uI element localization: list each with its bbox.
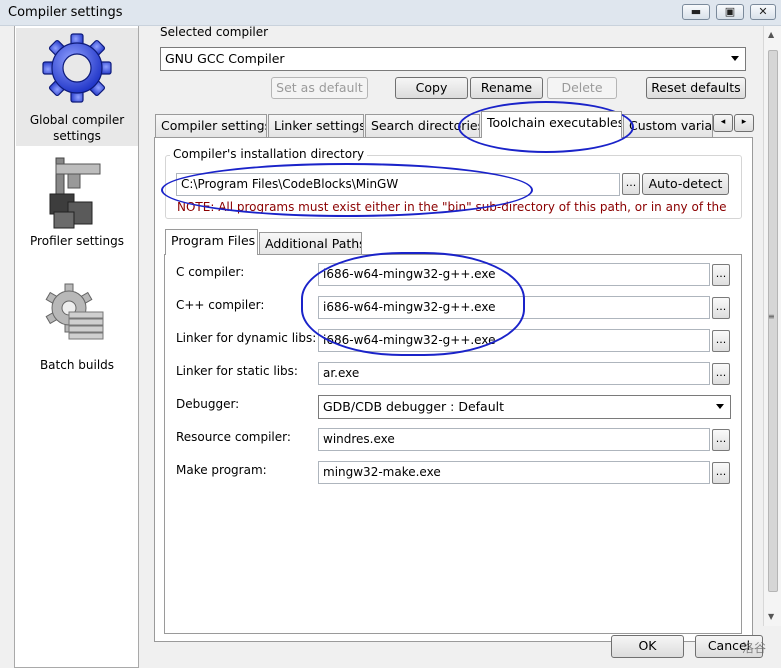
minimize-button[interactable]: ▬ (682, 4, 710, 20)
c-compiler-input[interactable]: i686-w64-mingw32-g++.exe (318, 263, 710, 286)
linker-dynamic-browse-button[interactable]: ... (712, 330, 730, 352)
cpp-compiler-label: C++ compiler: (176, 298, 265, 312)
tab-program-files[interactable]: Program Files (165, 229, 258, 255)
c-compiler-label: C compiler: (176, 265, 245, 279)
scrollbar-thumb[interactable] (768, 50, 778, 592)
resource-compiler-input[interactable]: windres.exe (318, 428, 710, 451)
linker-static-input[interactable]: ar.exe (318, 362, 710, 385)
tab-scroll-left-button[interactable]: ◂ (713, 114, 733, 132)
tab-toolchain-executables[interactable]: Toolchain executables (481, 111, 622, 138)
linker-static-browse-button[interactable]: ... (712, 363, 730, 385)
reset-defaults-button[interactable]: Reset defaults (646, 77, 746, 99)
window-title: Compiler settings (8, 5, 123, 20)
sidebar-item-batch-builds[interactable]: Batch builds (16, 280, 138, 376)
debugger-label: Debugger: (176, 397, 240, 411)
scroll-up-icon: ▲ (768, 30, 775, 39)
chevron-right-icon: ▸ (741, 117, 747, 127)
vertical-scrollbar[interactable]: ▲ ≡ ▼ (763, 26, 781, 626)
ok-button[interactable]: OK (611, 635, 684, 658)
set-as-default-button[interactable]: Set as default (271, 77, 368, 99)
tab-scroll-right-button[interactable]: ▸ (734, 114, 754, 132)
scroll-down-icon: ▼ (768, 612, 775, 621)
maximize-button[interactable]: ▣ (716, 4, 744, 20)
gear-icon (42, 33, 112, 103)
sidebar-item-label: Profiler settings (30, 234, 124, 248)
watermark-text: 洛谷 (742, 641, 767, 655)
linker-dynamic-input[interactable]: i686-w64-mingw32-g++.exe (318, 329, 710, 352)
make-program-browse-button[interactable]: ... (712, 462, 730, 484)
cpp-compiler-input[interactable]: i686-w64-mingw32-g++.exe (318, 296, 710, 319)
resource-compiler-label: Resource compiler: (176, 430, 291, 444)
tab-search-directories[interactable]: Search directories (365, 114, 480, 138)
compiler-select[interactable]: GNU GCC Compiler (160, 47, 746, 71)
profiler-caliper-icon (49, 157, 101, 229)
close-button[interactable]: ✕ (750, 4, 776, 20)
make-program-input[interactable]: mingw32-make.exe (318, 461, 710, 484)
chevron-left-icon: ◂ (720, 117, 726, 127)
rename-button[interactable]: Rename (470, 77, 543, 99)
install-dir-note: NOTE: All programs must exist either in … (177, 200, 727, 214)
chevron-down-icon (716, 404, 724, 409)
selected-compiler-label: Selected compiler (160, 25, 269, 39)
install-dir-input[interactable]: C:\Program Files\CodeBlocks\MinGW (176, 173, 620, 196)
compiler-select-value: GNU GCC Compiler (165, 51, 285, 66)
linker-dynamic-label: Linker for dynamic libs: (176, 331, 317, 345)
c-compiler-browse-button[interactable]: ... (712, 264, 730, 286)
install-dir-label: Compiler's installation directory (170, 147, 368, 161)
batch-gear-icon (45, 283, 104, 340)
debugger-select-value: GDB/CDB debugger : Default (323, 399, 505, 414)
delete-button[interactable]: Delete (547, 77, 617, 99)
linker-static-label: Linker for static libs: (176, 364, 298, 378)
sidebar-item-global-compiler[interactable]: Global compiler settings (16, 28, 138, 146)
sidebar-item-profiler[interactable]: Profiler settings (16, 150, 138, 254)
debugger-select[interactable]: GDB/CDB debugger : Default (318, 395, 731, 419)
chevron-down-icon (731, 56, 739, 61)
cpp-compiler-browse-button[interactable]: ... (712, 297, 730, 319)
sidebar-item-label: Global compiler settings (29, 113, 125, 143)
tab-linker-settings[interactable]: Linker settings (268, 114, 364, 138)
copy-button[interactable]: Copy (395, 77, 468, 99)
make-program-label: Make program: (176, 463, 267, 477)
tab-additional-paths[interactable]: Additional Paths (259, 232, 362, 256)
sidebar-item-label: Batch builds (39, 358, 115, 372)
install-dir-browse-button[interactable]: ... (622, 173, 640, 195)
tab-custom-variables[interactable]: Custom variabl (623, 114, 713, 138)
resource-compiler-browse-button[interactable]: ... (712, 429, 730, 451)
tab-compiler-settings[interactable]: Compiler settings (155, 114, 267, 138)
scroll-grip-icon: ≡ (768, 312, 775, 321)
auto-detect-button[interactable]: Auto-detect (642, 173, 729, 195)
